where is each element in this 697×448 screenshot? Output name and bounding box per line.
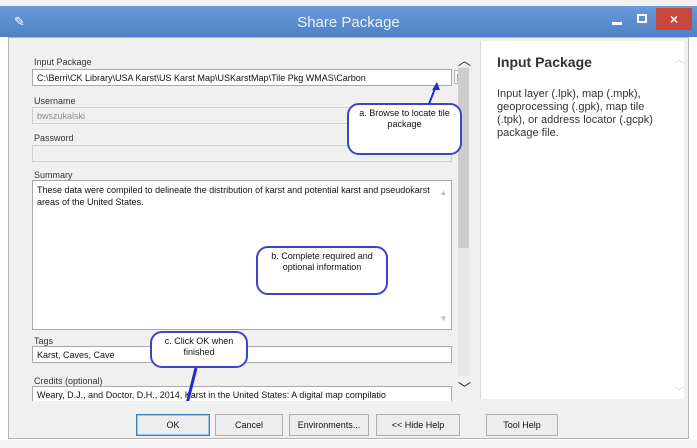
tool-help-button[interactable]: Tool Help	[486, 414, 558, 436]
callout-complete-info: b. Complete required and optional inform…	[256, 246, 388, 295]
close-button[interactable]: ×	[656, 8, 692, 30]
summary-label: Summary	[34, 170, 73, 180]
help-scroll-up-icon[interactable]: ︿	[674, 51, 684, 66]
input-package-field[interactable]: C:\Berri\CK Library\USA Karst\US Karst M…	[32, 69, 452, 86]
environments-button[interactable]: Environments...	[289, 414, 369, 436]
callout-browse: a. Browse to locate tile package	[347, 103, 462, 155]
bottom-strip	[0, 440, 697, 448]
cancel-button[interactable]: Cancel	[215, 414, 283, 436]
help-title: Input Package	[497, 54, 592, 70]
hide-help-button[interactable]: << Hide Help	[376, 414, 460, 436]
main-scrollbar-thumb[interactable]	[458, 68, 469, 248]
chevron-down-icon[interactable]: ﹀	[458, 378, 471, 397]
window-title: Share Package	[297, 14, 400, 31]
help-scroll-down-icon[interactable]: ﹀	[674, 383, 684, 398]
minimize-button[interactable]	[604, 10, 630, 30]
tags-label: Tags	[34, 336, 54, 346]
summary-field[interactable]: These data were compiled to delineate th…	[32, 180, 452, 330]
scroll-up-icon: ▲	[439, 188, 448, 197]
maximize-button[interactable]	[632, 10, 654, 30]
summary-text: These data were compiled to delineate th…	[37, 185, 430, 207]
scroll-down-icon: ▼	[439, 314, 448, 323]
credits-label: Credits (optional)	[34, 376, 103, 386]
callout-click-ok: c. Click OK when finished	[150, 331, 248, 368]
maximize-icon	[637, 14, 647, 23]
password-label: Password	[34, 133, 74, 143]
input-package-label: Input Package	[34, 57, 92, 67]
help-pane: Input Package Input layer (.lpk), map (.…	[480, 41, 684, 399]
title-bar: ✎ Share Package ×	[0, 6, 697, 37]
minimize-icon	[612, 22, 622, 25]
summary-scrollbar[interactable]: ▲ ▼	[437, 182, 450, 328]
ok-button[interactable]: OK	[136, 414, 210, 436]
help-body: Input layer (.lpk), map (.mpk), geoproce…	[497, 88, 653, 139]
username-label: Username	[34, 96, 76, 106]
